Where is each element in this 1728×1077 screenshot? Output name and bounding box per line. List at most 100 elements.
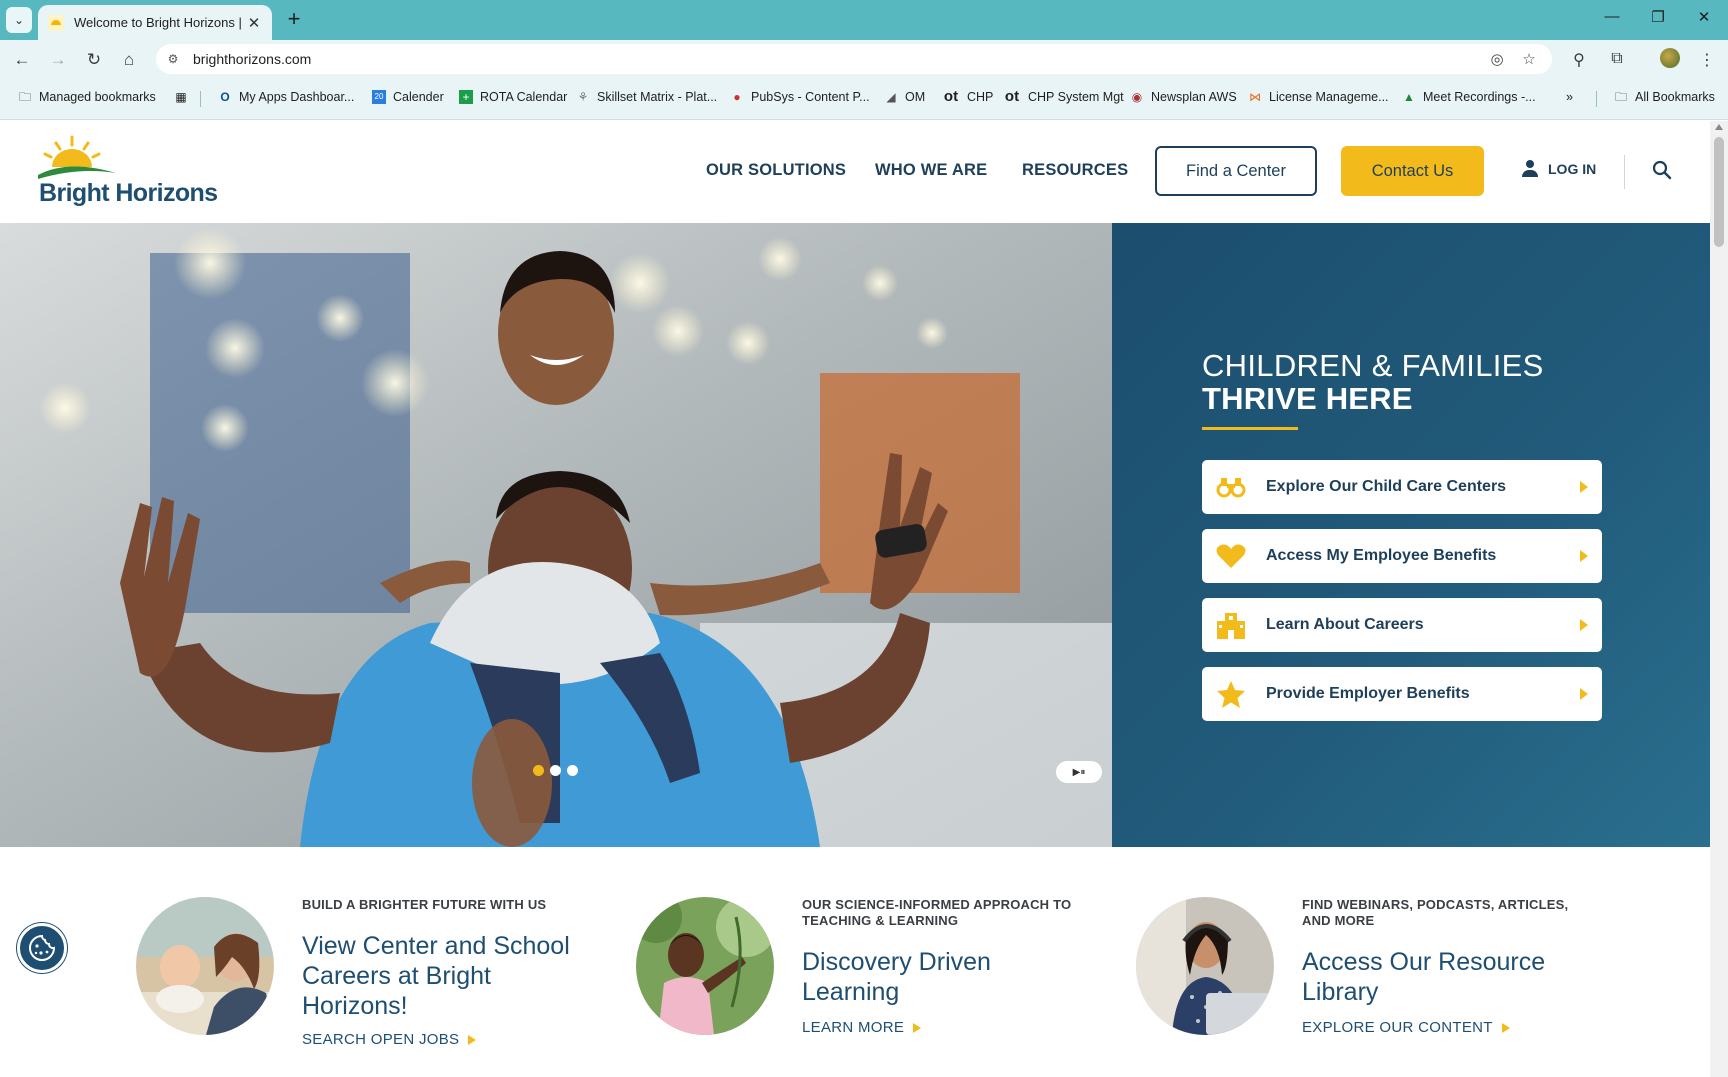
feature-learning: OUR SCIENCE-INFORMED APPROACH TO TEACHIN… [636, 897, 1096, 1057]
hero-panel: CHILDREN & FAMILIES THRIVE HERE Explore … [1112, 223, 1710, 847]
tab-search-button[interactable]: ⌄ [6, 7, 32, 33]
bright-horizons-logo[interactable]: Bright Horizons [38, 135, 228, 215]
folder-icon: 🗀 [18, 90, 31, 104]
bookmark-label: Calender [393, 90, 444, 104]
sun-logo-icon [38, 135, 116, 179]
bookmark-pubsys[interactable]: ● PubSys - Content P... [730, 90, 869, 104]
hero-photo-father-son: ▶⏸ [0, 223, 1112, 847]
bookmark-label: Meet Recordings -... [1423, 90, 1536, 104]
nav-our-solutions[interactable]: OUR SOLUTIONS [706, 161, 846, 180]
feature-title[interactable]: Access Our Resource Library [1302, 947, 1592, 1007]
bookmark-license[interactable]: ⋈ License Manageme... [1248, 90, 1389, 104]
profile-avatar[interactable] [1660, 48, 1680, 68]
carousel-dot[interactable] [550, 765, 561, 776]
carousel-dot[interactable] [567, 765, 578, 776]
bookmark-chp-system[interactable]: ot CHP System Mgt [1003, 88, 1124, 105]
bookmark-separator [1596, 91, 1597, 107]
url-text[interactable]: brighthorizons.com [193, 51, 311, 67]
cta-arrow-icon [1580, 619, 1588, 631]
bookmark-newsplan[interactable]: ◉ Newsplan AWS [1130, 90, 1237, 104]
carousel-play-pause-button[interactable]: ▶⏸ [1056, 761, 1102, 783]
matrix-icon: ⚘ [577, 90, 589, 104]
new-tab-button[interactable]: + [282, 8, 306, 32]
all-bookmarks-label: All Bookmarks [1635, 90, 1715, 104]
performance-icon[interactable]: ⚲ [1568, 50, 1590, 70]
scroll-up-arrow-icon[interactable] [1715, 124, 1723, 130]
explore-our-content-link[interactable]: EXPLORE OUR CONTENT [1302, 1019, 1510, 1036]
play-pause-icon: ▶⏸ [1072, 766, 1086, 778]
bookmark-label: CHP [967, 90, 994, 104]
heart-icon [1216, 541, 1246, 571]
tab-close-icon[interactable]: ✕ [246, 14, 262, 32]
menu-dots-icon[interactable]: ⋮ [1696, 50, 1718, 70]
carousel-dots [533, 765, 578, 776]
search-icon[interactable] [1652, 160, 1672, 180]
bookmark-label: License Manageme... [1269, 90, 1389, 104]
site-info-icon[interactable]: ⚙ [164, 50, 182, 68]
bookmark-rota[interactable]: + ROTA Calendar [459, 90, 567, 104]
cta-label: Provide Employer Benefits [1266, 685, 1470, 702]
logo-wordmark: Bright Horizons [39, 179, 218, 207]
all-bookmarks[interactable]: 🗀 All Bookmarks [1614, 90, 1715, 104]
home-icon[interactable]: ⌂ [117, 48, 141, 72]
bookmarks-bar: 🗀 Managed bookmarks ▦ O My Apps Dashboar..… [0, 78, 1728, 120]
eye-off-icon[interactable]: ◎ [1488, 50, 1506, 68]
cta-careers[interactable]: Learn About Careers [1202, 598, 1602, 652]
search-open-jobs-link[interactable]: SEARCH OPEN JOBS [302, 1031, 477, 1048]
cta-employer-benefits[interactable]: Provide Employer Benefits [1202, 667, 1602, 721]
reload-icon[interactable]: ↻ [82, 48, 106, 72]
carousel-dot[interactable] [533, 765, 544, 776]
bookmark-meet[interactable]: ▲ Meet Recordings -... [1402, 90, 1536, 104]
browser-tab-active[interactable]: Welcome to Bright Horizons | B ✕ [38, 5, 272, 40]
cookie-settings-button[interactable] [17, 923, 67, 973]
bookmark-calender[interactable]: 20 Calender [372, 90, 444, 104]
bookmark-skillset[interactable]: ⚘ Skillset Matrix - Plat... [576, 90, 718, 104]
back-arrow-icon[interactable]: ← [10, 48, 34, 72]
star-icon [1216, 679, 1246, 709]
cta-employee-benefits[interactable]: Access My Employee Benefits [1202, 529, 1602, 583]
cta-arrow-icon [1580, 550, 1588, 562]
feature-title[interactable]: View Center and School Careers at Bright… [302, 931, 592, 1021]
feature-link-label: LEARN MORE [802, 1019, 905, 1036]
ot-icon: ot [943, 88, 959, 105]
bookmark-label: My Apps Dashboar... [239, 90, 355, 104]
apps-grid-icon: ▦ [175, 90, 187, 104]
window-close-icon[interactable]: ✕ [1689, 8, 1719, 26]
log-in-link[interactable]: LOG IN [1522, 160, 1596, 178]
drive-icon: ▲ [1403, 90, 1415, 104]
learn-more-link[interactable]: LEARN MORE [802, 1019, 922, 1036]
bookmark-om[interactable]: ◢ OM [884, 90, 925, 104]
bookmark-label: Newsplan AWS [1151, 90, 1237, 104]
bookmark-chp[interactable]: ot CHP [942, 88, 994, 105]
bookmark-managed[interactable]: 🗀 Managed bookmarks [18, 90, 156, 104]
cta-explore-centers[interactable]: Explore Our Child Care Centers [1202, 460, 1602, 514]
cta-arrow-icon [1580, 688, 1588, 700]
ot-icon: ot [1004, 88, 1020, 105]
cta-arrow-icon [1580, 481, 1588, 493]
bookmark-star-icon[interactable]: ☆ [1520, 50, 1538, 68]
person-icon [1522, 160, 1538, 178]
feature-careers: BUILD A BRIGHTER FUTURE WITH US View Cen… [136, 897, 596, 1057]
circle-o-icon: O [220, 90, 230, 104]
binoculars-icon [1216, 472, 1246, 502]
address-bar[interactable]: ⚙ brighthorizons.com ◎ ☆ [156, 44, 1552, 74]
site-favicon-icon [48, 14, 64, 31]
hero-underline [1202, 427, 1298, 430]
minimize-icon[interactable]: — [1597, 8, 1627, 25]
find-a-center-button[interactable]: Find a Center [1155, 146, 1317, 196]
feature-title[interactable]: Discovery Driven Learning [802, 947, 1092, 1007]
bookmark-label: Managed bookmarks [39, 90, 156, 104]
bookmark-my-apps[interactable]: O My Apps Dashboar... [218, 90, 354, 104]
restore-icon[interactable]: ❐ [1643, 8, 1673, 26]
scrollbar-thumb[interactable] [1714, 137, 1724, 247]
forward-arrow-icon[interactable]: → [46, 48, 70, 72]
page-scrollbar[interactable] [1710, 121, 1728, 1077]
nav-resources[interactable]: RESOURCES [1022, 161, 1128, 180]
extensions-icon[interactable]: ⧉ [1606, 50, 1628, 68]
bookmarks-overflow-icon[interactable]: » [1566, 90, 1573, 104]
om-icon: ◢ [886, 90, 896, 104]
cta-label: Learn About Careers [1266, 616, 1424, 633]
nav-who-we-are[interactable]: WHO WE ARE [875, 161, 987, 180]
apps-grid-button[interactable]: ▦ [174, 90, 195, 104]
contact-us-button[interactable]: Contact Us [1341, 146, 1484, 196]
